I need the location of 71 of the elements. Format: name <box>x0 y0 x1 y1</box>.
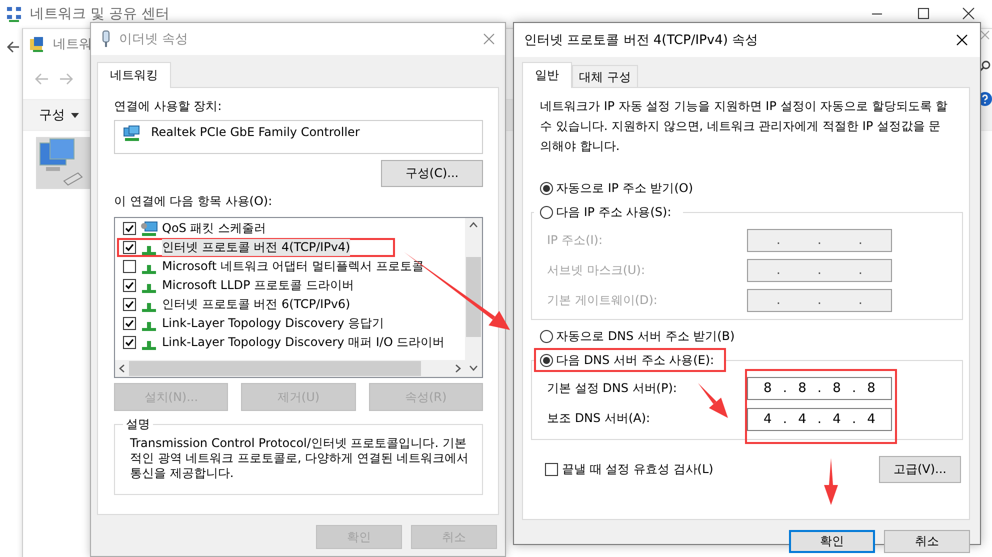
list-item[interactable]: Link-Layer Topology Discovery 매퍼 I/O 드라이버 <box>162 334 445 351</box>
ethernet-plug-icon <box>101 30 111 48</box>
group-title: 설명 <box>123 416 153 433</box>
list-item[interactable]: QoS 패킷 스케줄러 <box>162 220 266 237</box>
dropdown-caret-icon <box>71 112 79 118</box>
list-label: 이 연결에 다음 항목 사용(O): <box>114 193 274 210</box>
ok-button[interactable]: 확인 <box>789 530 875 553</box>
protocol-icon <box>142 246 156 254</box>
dialog-title: 이더넷 속성 <box>119 31 188 48</box>
search-icon[interactable] <box>979 60 991 72</box>
option-label[interactable]: 자동으로 DNS 서버 주소 받기(B) <box>556 328 735 344</box>
ip-address-field[interactable]: 4 . 4 . 4 . 4 <box>747 408 892 431</box>
radio-button[interactable] <box>540 330 553 342</box>
checkbox-label[interactable]: 끝낼 때 설정 유효성 검사(L) <box>562 461 714 478</box>
configure-button[interactable]: 구성(C)... <box>381 160 483 187</box>
cancel-button[interactable]: 취소 <box>884 530 970 553</box>
window-title: 네트워크 및 공유 센터 <box>30 5 170 23</box>
scroll-up-icon[interactable] <box>469 222 478 228</box>
option-label[interactable]: 다음 DNS 서버 주소 사용(E): <box>556 352 714 368</box>
window-title: 네트워 <box>53 36 92 53</box>
field-label: 연결에 사용할 장치: <box>114 98 223 115</box>
list-item[interactable]: Microsoft LLDP 프로토콜 드라이버 <box>162 277 354 294</box>
checkbox[interactable] <box>123 241 136 254</box>
network-card-icon <box>123 125 141 141</box>
tab[interactable]: 네트워킹 <box>97 62 171 88</box>
tab[interactable]: 일반 <box>522 62 572 88</box>
close-icon[interactable] <box>980 30 990 40</box>
scroll-right-icon[interactable] <box>455 364 461 373</box>
option-label[interactable]: 자동으로 IP 주소 받기(O) <box>556 180 694 196</box>
radio-button[interactable] <box>540 354 553 366</box>
tab[interactable]: 대체 구성 <box>572 65 638 87</box>
checkbox[interactable] <box>123 260 136 273</box>
list-item[interactable]: Microsoft 네트워크 어댑터 멀티플렉서 프로토콜 <box>162 258 424 275</box>
protocol-icon <box>142 322 156 330</box>
dialog-title: 인터넷 프로토콜 버전 4(TCP/IPv4) 속성 <box>524 32 758 49</box>
option-label[interactable]: 다음 IP 주소 사용(S): <box>556 204 672 220</box>
radio-button[interactable] <box>540 206 553 218</box>
checkbox[interactable] <box>123 336 136 349</box>
checkbox[interactable] <box>545 463 558 476</box>
advanced-button[interactable]: 고급(V)... <box>879 456 961 483</box>
field-label: 서브넷 마스크(U): <box>547 262 646 278</box>
intro-text: 네트워크가 IP 자동 설정 기능을 지원하면 IP 설정이 자동으로 할당되도록 할 수 있습니다. 지원하지 않으면, 네트워크 관리자에게 적절한 IP 설정값을 문의해야 합니다. <box>539 98 949 155</box>
arrow-annotation <box>698 383 728 418</box>
checkbox[interactable] <box>123 298 136 311</box>
service-icon <box>140 220 158 236</box>
vertical-scrollbar[interactable] <box>465 218 482 377</box>
device-name: Realtek PCIe GbE Family Controller <box>151 125 360 139</box>
field-label: 기본 게이트웨이(D): <box>547 292 658 308</box>
list-item[interactable]: Link-Layer Topology Discovery 응답기 <box>162 315 384 332</box>
checkbox[interactable] <box>123 317 136 330</box>
scroll-left-icon[interactable] <box>119 364 125 373</box>
field-label: 보조 DNS 서버(A): <box>547 410 650 426</box>
organize-menu[interactable]: 구성 <box>39 106 65 124</box>
network-icon <box>6 6 22 22</box>
description-text: Transmission Control Protocol/인터넷 프로토콜입니다. 기본적인 광역 네트워크 프로토콜로, 다양하게 연결된 네트워크에서 통신을 제공합니다. <box>130 436 470 481</box>
protocol-icon <box>142 264 156 274</box>
checkbox[interactable] <box>123 279 136 292</box>
horizontal-scrollbar[interactable] <box>115 360 465 377</box>
radio-button[interactable] <box>540 182 553 194</box>
checkbox[interactable] <box>123 222 136 235</box>
list-item[interactable]: 인터넷 프로토콜 버전 6(TCP/IPv6) <box>162 296 350 313</box>
ip-address-field[interactable]: 8 . 8 . 8 . 8 <box>747 377 892 400</box>
protocol-icon <box>142 302 156 312</box>
protocol-icon <box>142 340 156 350</box>
scroll-down-icon[interactable] <box>469 365 478 371</box>
field-label: 기본 설정 DNS 서버(P): <box>547 380 677 396</box>
close-button[interactable] <box>956 34 968 46</box>
protocol-icon <box>142 284 156 292</box>
list-item[interactable]: 인터넷 프로토콜 버전 4(TCP/IPv4) <box>162 239 350 256</box>
field-label: IP 주소(I): <box>547 232 603 248</box>
back-arrow-icon[interactable] <box>6 40 20 54</box>
